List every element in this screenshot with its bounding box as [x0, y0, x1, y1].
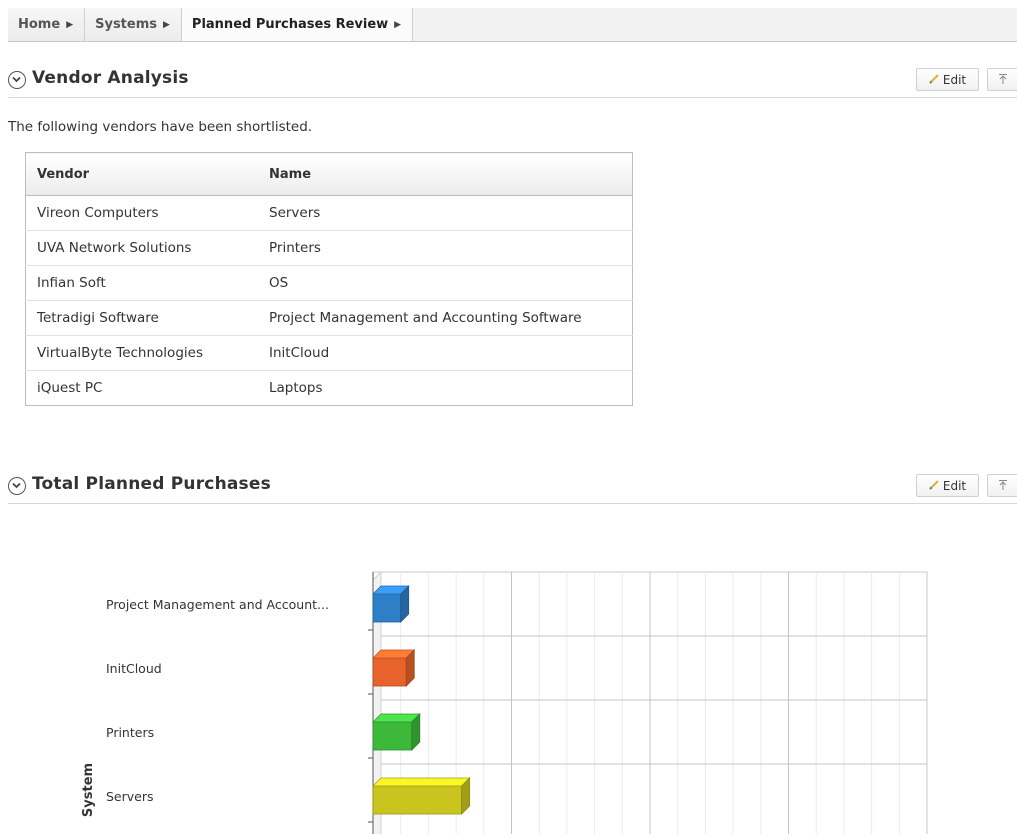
name-cell: OS [258, 265, 633, 301]
breadcrumb: Home ▶ Systems ▶ Planned Purchases Revie… [8, 8, 1017, 42]
category-label: Printers [106, 725, 154, 740]
vendor-table: Vendor Name Vireon Computers Servers UVA… [25, 152, 633, 406]
bar [372, 721, 413, 751]
name-cell: InitCloud [258, 335, 633, 371]
table-row: iQuest PC Laptops [25, 370, 633, 406]
chevron-down-circle-icon[interactable] [8, 477, 26, 495]
category-label: Project Management and Account... [106, 597, 329, 612]
planned-purchases-header: Total Planned Purchases Edit [8, 468, 1017, 504]
vendor-cell: VirtualByte Technologies [25, 335, 258, 371]
table-row: Infian Soft OS [25, 265, 633, 301]
vendor-analysis-header: Vendor Analysis Edit [8, 62, 1017, 98]
name-cell: Servers [258, 195, 633, 231]
planned-purchases-title: Total Planned Purchases [32, 474, 271, 494]
name-cell: Project Management and Accounting Softwa… [258, 300, 633, 336]
triangle-right-icon: ▶ [394, 19, 402, 30]
vendor-intro-text: The following vendors have been shortlis… [8, 119, 313, 135]
breadcrumb-current[interactable]: Planned Purchases Review ▶ [181, 8, 414, 41]
chevron-down-circle-icon[interactable] [8, 71, 26, 89]
vendor-cell: Infian Soft [25, 265, 258, 301]
vendor-cell: Vireon Computers [25, 195, 258, 231]
column-header-name[interactable]: Name [258, 152, 633, 196]
vendor-edit-label: Edit [942, 72, 967, 87]
breadcrumb-home[interactable]: Home ▶ [8, 8, 86, 41]
bar [372, 593, 402, 623]
breadcrumb-home-label: Home [18, 17, 61, 32]
vendor-analysis-title: Vendor Analysis [32, 68, 189, 88]
table-header-row: Vendor Name [25, 152, 633, 196]
breadcrumb-systems-label: Systems [95, 17, 157, 32]
arrow-up-to-line-icon [998, 476, 1008, 495]
vendor-cell: UVA Network Solutions [25, 230, 258, 266]
arrow-up-to-line-icon [998, 70, 1008, 89]
column-header-vendor[interactable]: Vendor [25, 152, 258, 196]
table-row: Tetradigi Software Project Management an… [25, 300, 633, 336]
table-row: UVA Network Solutions Printers [25, 230, 633, 266]
vendor-edit-button[interactable]: Edit [916, 68, 979, 91]
pencil-icon [929, 479, 939, 493]
bar-top [372, 777, 471, 787]
table-row: VirtualByte Technologies InitCloud [25, 335, 633, 371]
vendor-cell: Tetradigi Software [25, 300, 258, 336]
vendor-cell: iQuest PC [25, 370, 258, 406]
purchases-edit-label: Edit [942, 478, 967, 493]
purchases-edit-button[interactable]: Edit [916, 474, 979, 497]
category-label: InitCloud [106, 661, 162, 676]
triangle-right-icon: ▶ [66, 19, 74, 30]
y-axis-title: System [81, 763, 96, 817]
triangle-right-icon: ▶ [163, 19, 170, 30]
breadcrumb-current-label: Planned Purchases Review [191, 17, 389, 32]
name-cell: Laptops [258, 370, 633, 406]
bar [372, 657, 407, 687]
vendor-go-top-button[interactable] [987, 68, 1017, 91]
breadcrumb-systems[interactable]: Systems ▶ [85, 8, 182, 41]
table-row: Vireon Computers Servers [25, 195, 633, 231]
name-cell: Printers [258, 230, 633, 266]
purchases-go-top-button[interactable] [987, 474, 1017, 497]
pencil-icon [929, 73, 939, 87]
category-label: Servers [106, 789, 154, 804]
bar [372, 785, 463, 815]
planned-purchases-chart: Project Management and Account... InitClo… [81, 570, 928, 834]
